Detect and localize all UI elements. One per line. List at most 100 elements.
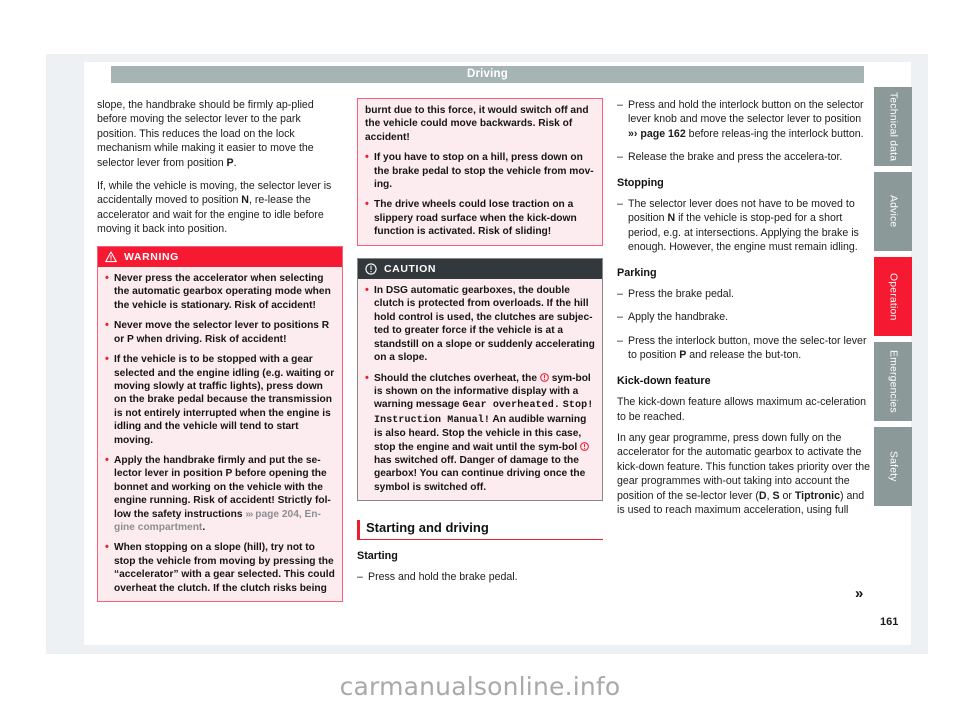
- warning-triangle-icon: [105, 251, 117, 263]
- tab-advice[interactable]: Advice: [874, 172, 912, 251]
- column-one: slope, the handbrake should be firmly ap…: [97, 98, 343, 602]
- section-heading-starting-and-driving: Starting and driving: [357, 520, 603, 540]
- warning-item: • If you have to stop on a hill, press do…: [365, 151, 595, 191]
- dash-marker-icon: –: [617, 334, 623, 347]
- subheading-stopping: Stopping: [617, 176, 664, 189]
- warning-item: • If the vehicle is to be stopped with a …: [105, 353, 335, 447]
- dash-marker-icon: –: [617, 99, 623, 111]
- paragraph-kickdown-detail: In any gear programme, press down fully …: [617, 431, 870, 517]
- list-item-tail: and release the but-ton.: [686, 349, 802, 362]
- caution-box: CAUTION • In DSG automatic gearboxes, the…: [357, 257, 603, 502]
- manual-page: Driving slope, the handbrake should be f…: [0, 0, 960, 708]
- bullet-dot-icon: •: [365, 198, 369, 211]
- paragraph-slope: slope, the handbrake should be firmly ap…: [97, 98, 343, 170]
- warning-item-text: If the vehicle is to be stopped with a g…: [114, 354, 335, 446]
- caution-box-body: • In DSG automatic gearboxes, the double …: [358, 279, 602, 500]
- inline-warning-symbol-icon: [580, 441, 589, 451]
- list-item: – Release the brake and press the acceler…: [617, 150, 870, 164]
- warning-item: • Never move the selector lever to positi…: [105, 319, 335, 346]
- warning-box-continued-body: burnt due to this force, it would switch…: [358, 99, 602, 245]
- tab-label: Safety: [887, 451, 899, 482]
- list-item-text: Release the brake and press the accelera…: [628, 151, 843, 164]
- bullet-dot-icon: •: [105, 319, 109, 332]
- warning-label: WARNING: [124, 250, 179, 263]
- warning-item: • Never press the accelerator when select…: [105, 272, 335, 312]
- warning-box-header: WARNING: [98, 246, 342, 268]
- bullet-dot-icon: •: [105, 272, 109, 285]
- display-message-one: Gear overheated.: [462, 400, 560, 412]
- bullet-dot-icon: •: [105, 541, 109, 554]
- bullet-dot-icon: •: [365, 371, 369, 384]
- paragraph-slope-tail: .: [233, 156, 237, 169]
- position-p-bold: P: [226, 156, 234, 169]
- list-item: – Press and hold the interlock button on …: [617, 98, 870, 141]
- gear-tiptronic-bold: Tiptronic: [794, 489, 840, 502]
- position-n-bold: N: [667, 212, 676, 225]
- header-title: Driving: [466, 68, 508, 80]
- caution-item-text: In DSG automatic gearboxes, the double c…: [374, 285, 595, 364]
- subheading-kick-down-feature: Kick-down feature: [617, 374, 711, 387]
- warning-item-text: When stopping on a slope (hill), try not…: [114, 542, 335, 594]
- page-number: 161: [880, 616, 899, 628]
- caution-exclamation-icon: [365, 263, 377, 275]
- kickdown-sep-two: or: [779, 489, 795, 502]
- dash-marker-icon: –: [617, 151, 623, 164]
- warning-item-text: Never move the selector lever to positio…: [114, 320, 330, 345]
- warning-item-text: Never press the accelerator when selecti…: [114, 273, 331, 311]
- position-n-bold: N: [241, 194, 249, 207]
- tab-technical-data[interactable]: Technical data: [874, 87, 912, 166]
- tab-operation[interactable]: Operation: [874, 257, 912, 336]
- bullet-dot-icon: •: [105, 453, 109, 466]
- caution-item: • In DSG automatic gearboxes, the double …: [365, 284, 595, 364]
- site-watermark: carmanualsonline.info: [339, 672, 621, 701]
- bullet-dot-icon: •: [105, 353, 109, 366]
- caution-item-text-d: has switched off. Danger of damage to th…: [374, 454, 586, 493]
- cross-reference-link[interactable]: »› page 162: [628, 128, 686, 140]
- subheading-parking: Parking: [617, 266, 657, 279]
- gear-s-bold: S: [772, 489, 780, 502]
- cross-reference-text: page 162: [640, 127, 686, 140]
- warning-item-tail: .: [202, 521, 206, 533]
- bullet-dot-icon: •: [365, 151, 369, 164]
- column-two: burnt due to this force, it would switch…: [357, 98, 603, 593]
- warning-item-text: The drive wheels could lose traction on …: [374, 199, 577, 238]
- tab-emergencies[interactable]: Emergencies: [874, 342, 912, 421]
- paragraph-kickdown-intro: The kick-down feature allows maximum ac-…: [617, 396, 867, 423]
- tab-label: Technical data: [887, 91, 899, 162]
- bullet-dot-icon: •: [365, 284, 369, 297]
- list-item: – Press the brake pedal.: [617, 287, 870, 301]
- warning-continued-intro: burnt due to this force, it would switch…: [365, 105, 589, 143]
- caution-item: • Should the clutches overheat, the sym-b…: [365, 372, 595, 495]
- tab-safety[interactable]: Safety: [874, 427, 912, 506]
- tab-label: Operation: [887, 272, 899, 321]
- subheading-starting: Starting: [357, 549, 398, 562]
- list-item-text: Press the brake pedal.: [628, 288, 734, 301]
- dash-marker-icon: –: [617, 198, 623, 211]
- tab-label: Emergencies: [887, 350, 899, 413]
- paragraph-slope-text: slope, the handbrake should be firmly ap…: [97, 99, 314, 169]
- caution-box-header: CAUTION: [358, 258, 602, 280]
- list-item: – Apply the handbrake.: [617, 310, 870, 324]
- caution-label: CAUTION: [384, 262, 437, 275]
- column-three: – Press and hold the interlock button on …: [617, 98, 870, 526]
- gear-d-bold: D: [758, 489, 767, 502]
- list-item: – Press and hold the brake pedal.: [357, 570, 603, 584]
- warning-box-continued: burnt due to this force, it would switch…: [357, 98, 603, 246]
- list-item-tail: before releas-ing the interlock button.: [685, 127, 864, 140]
- warning-item: • Apply the handbrake firmly and put the …: [105, 454, 335, 534]
- warning-box: WARNING • Never press the accelerator whe…: [97, 245, 343, 602]
- continuation-marker-icon: »: [855, 585, 863, 602]
- dash-marker-icon: –: [617, 288, 623, 301]
- dash-marker-icon: –: [617, 311, 623, 324]
- warning-item: • When stopping on a slope (hill), try no…: [105, 541, 335, 595]
- tab-label: Advice: [887, 195, 899, 228]
- list-item-text: Apply the handbrake.: [628, 311, 729, 324]
- warning-item-text: If you have to stop on a hill, press dow…: [374, 152, 594, 191]
- list-item-text: Press and hold the interlock button on t…: [628, 99, 864, 126]
- section-tab-strip: Technical data Advice Operation Emergenc…: [874, 87, 912, 512]
- warning-item: • The drive wheels could lose traction on…: [365, 198, 595, 238]
- inline-warning-symbol-icon: [540, 372, 549, 382]
- chevron-right-icon: »›: [628, 127, 638, 140]
- paragraph-moving: If, while the vehicle is moving, the sel…: [97, 179, 343, 237]
- caution-item-text-a: Should the clutches overheat, the: [374, 372, 540, 384]
